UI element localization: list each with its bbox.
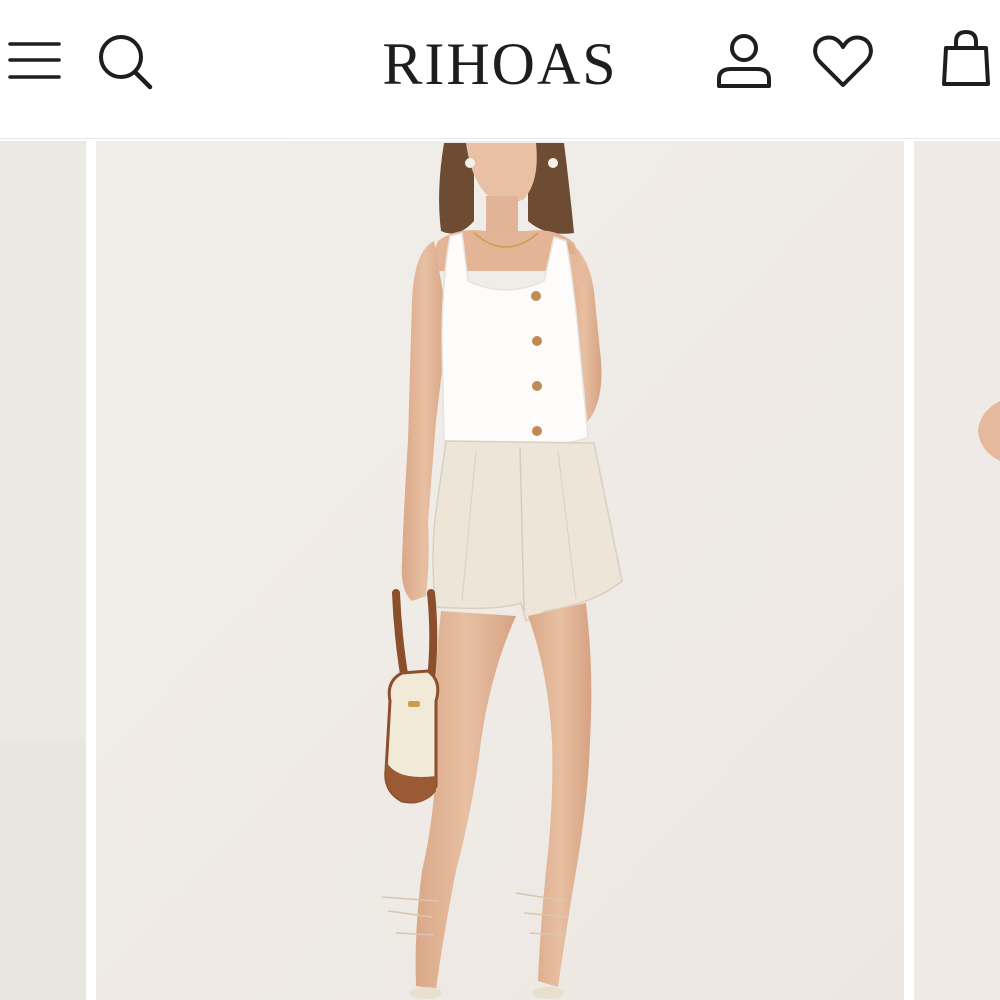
menu-icon[interactable] — [8, 40, 62, 82]
model-photo — [96, 141, 904, 1000]
cart-icon[interactable] — [940, 28, 992, 90]
site-header: RIHOAS — [0, 0, 1000, 139]
wishlist-icon[interactable] — [812, 34, 874, 90]
product-image-main[interactable] — [96, 141, 904, 1000]
search-icon[interactable] — [96, 32, 156, 92]
account-icon[interactable] — [715, 32, 773, 90]
product-image-carousel[interactable] — [0, 139, 1000, 1000]
next-product-image[interactable] — [914, 141, 1000, 1000]
previous-product-image[interactable] — [0, 141, 86, 1000]
logo-text[interactable]: RIHOAS — [382, 31, 617, 97]
